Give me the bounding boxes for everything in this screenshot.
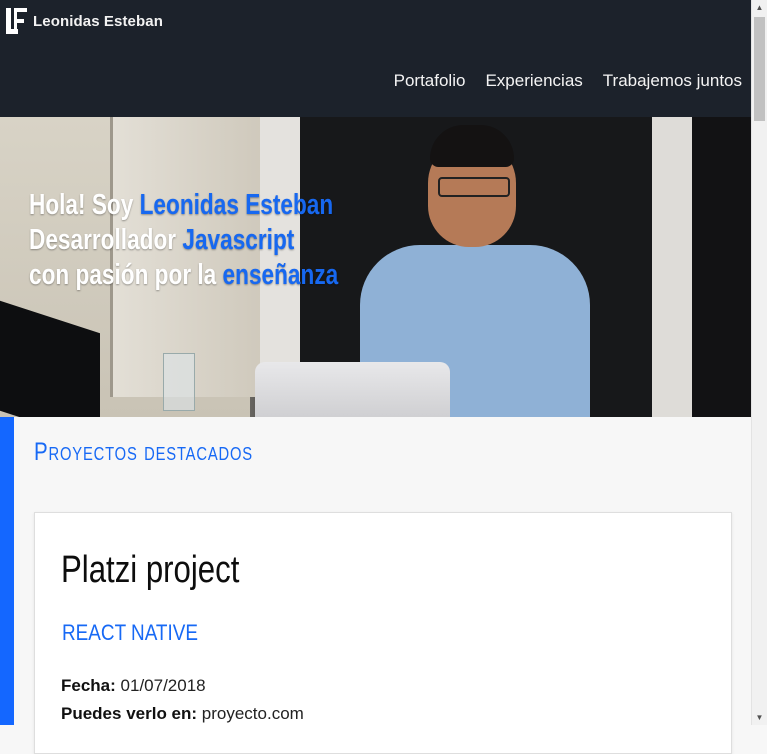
hero-line3-text: con pasión por la <box>29 259 223 291</box>
hero-line1-highlight: Leonidas Esteban <box>139 189 334 221</box>
hero-person-glasses <box>438 177 510 197</box>
hero-background-panel <box>652 117 692 417</box>
date-label: Fecha: <box>61 676 121 695</box>
nav-portafolio[interactable]: Portafolio <box>394 71 466 91</box>
main-nav: Portafolio Experiencias Trabajemos junto… <box>374 71 742 91</box>
section-accent-bar <box>0 417 14 725</box>
project-title: Platzi project <box>61 549 240 591</box>
hero-line2-text: Desarrollador <box>29 224 183 256</box>
hero-banner: Hola! Soy Leonidas Esteban Desarrollador… <box>0 117 752 417</box>
vertical-scrollbar[interactable]: ▲ ▼ <box>751 0 767 725</box>
scrollbar-thumb[interactable] <box>754 17 765 121</box>
hero-background-dark <box>692 117 752 417</box>
nav-experiencias[interactable]: Experiencias <box>485 71 582 91</box>
link-label: Puedes verlo en: <box>61 704 202 723</box>
project-date: Fecha: 01/07/2018 <box>61 676 206 696</box>
link-value[interactable]: proyecto.com <box>202 704 304 723</box>
scroll-up-arrow-icon[interactable]: ▲ <box>752 0 767 15</box>
project-tag: React Native <box>62 620 198 645</box>
date-value: 01/07/2018 <box>120 676 206 695</box>
project-card[interactable]: Platzi project React Native Fecha: 01/07… <box>34 512 732 754</box>
scroll-down-arrow-icon[interactable]: ▼ <box>752 710 767 725</box>
hero-laptop <box>255 362 450 417</box>
brand-logo[interactable]: Leonidas Esteban <box>6 8 163 34</box>
site-header: Leonidas Esteban Portafolio Experiencias… <box>0 0 752 117</box>
hero-line2-highlight: Javascript <box>182 224 295 256</box>
hero-line1-text: Hola! Soy <box>29 189 140 221</box>
projects-section-title: Proyectos destacados <box>34 438 253 466</box>
brand-name: Leonidas Esteban <box>33 12 163 30</box>
nav-trabajemos-juntos[interactable]: Trabajemos juntos <box>603 71 742 91</box>
hero-glass <box>163 353 195 411</box>
hero-line3-highlight: enseñanza <box>222 259 339 291</box>
logo-icon <box>6 8 27 34</box>
project-link: Puedes verlo en: proyecto.com <box>61 704 304 724</box>
hero-headline: Hola! Soy Leonidas Esteban Desarrollador… <box>29 188 338 293</box>
